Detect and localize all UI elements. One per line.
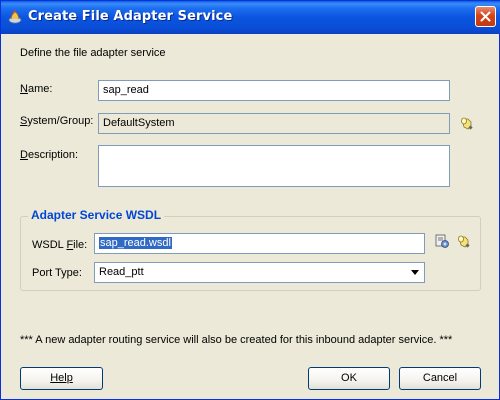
wsdl-file-input[interactable]: sap_read.wsdl: [94, 233, 425, 254]
chevron-down-icon: [411, 270, 419, 275]
ok-button[interactable]: OK: [308, 367, 390, 390]
window-title: Create File Adapter Service: [28, 9, 233, 24]
wsdl-file-value: sap_read.wsdl: [99, 237, 172, 249]
jdeveloper-app-icon: [7, 9, 23, 25]
flashlight-icon[interactable]: [459, 115, 475, 131]
name-label: Name:: [20, 83, 53, 95]
system-group-field: DefaultSystem: [98, 113, 450, 134]
description-label: Description:: [20, 149, 79, 161]
dialog-window: Create File Adapter Service Define the f…: [0, 0, 500, 400]
port-type-value: Read_ptt: [99, 266, 144, 278]
close-icon: [480, 11, 491, 22]
wsdl-file-label: WSDL File:: [32, 239, 88, 251]
wsdl-edit-icon[interactable]: [434, 233, 450, 249]
port-type-select[interactable]: Read_ptt: [94, 262, 425, 283]
title-bar[interactable]: Create File Adapter Service: [1, 1, 500, 34]
description-textarea[interactable]: [98, 145, 450, 187]
system-group-label: System/Group:: [20, 115, 94, 127]
flashlight-icon[interactable]: [456, 233, 472, 249]
name-input[interactable]: sap_read: [98, 80, 450, 101]
close-button[interactable]: [475, 6, 496, 27]
cancel-button[interactable]: Cancel: [399, 367, 481, 390]
port-type-label: Port Type:: [32, 267, 82, 279]
routing-service-note: *** A new adapter routing service will a…: [20, 334, 453, 346]
intro-text: Define the file adapter service: [20, 47, 166, 59]
help-button[interactable]: Help: [20, 367, 103, 390]
group-title: Adapter Service WSDL: [28, 208, 165, 222]
